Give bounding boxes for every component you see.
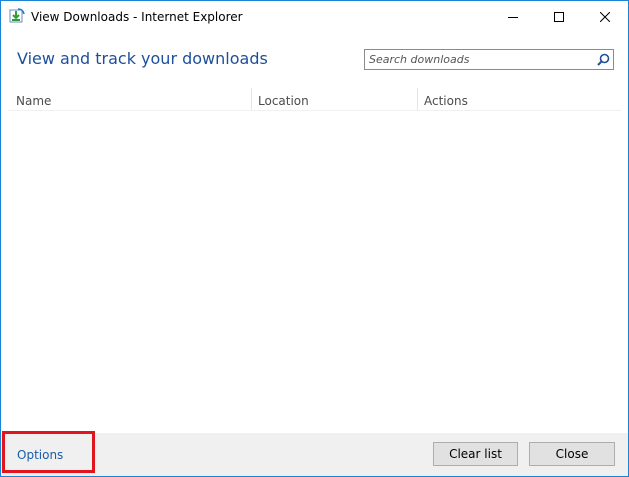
clear-list-button[interactable]: Clear list — [433, 442, 518, 466]
ie-downloads-icon — [9, 8, 25, 23]
column-header-location[interactable]: Location — [251, 88, 417, 111]
close-icon — [600, 12, 610, 22]
header-divider — [8, 110, 621, 111]
column-header-actions[interactable]: Actions — [417, 88, 621, 111]
maximize-icon — [554, 12, 564, 22]
footer-bar: Options Clear list Close — [1, 433, 628, 476]
search-input[interactable] — [369, 52, 591, 67]
title-bar[interactable]: View Downloads - Internet Explorer — [1, 1, 628, 33]
options-link[interactable]: Options — [17, 448, 63, 462]
maximize-button[interactable] — [536, 1, 582, 33]
minimize-button[interactable] — [490, 1, 536, 33]
page-title: View and track your downloads — [17, 49, 268, 68]
column-header-name[interactable]: Name — [8, 88, 251, 111]
search-box[interactable] — [364, 49, 614, 70]
window-close-button[interactable] — [582, 1, 628, 33]
minimize-icon — [508, 17, 518, 18]
window-title: View Downloads - Internet Explorer — [31, 10, 243, 24]
search-icon[interactable] — [597, 53, 610, 66]
downloads-window: View Downloads - Internet Explorer View … — [0, 0, 629, 477]
downloads-list[interactable]: Name Location Actions — [8, 88, 621, 433]
close-button[interactable]: Close — [529, 442, 615, 466]
